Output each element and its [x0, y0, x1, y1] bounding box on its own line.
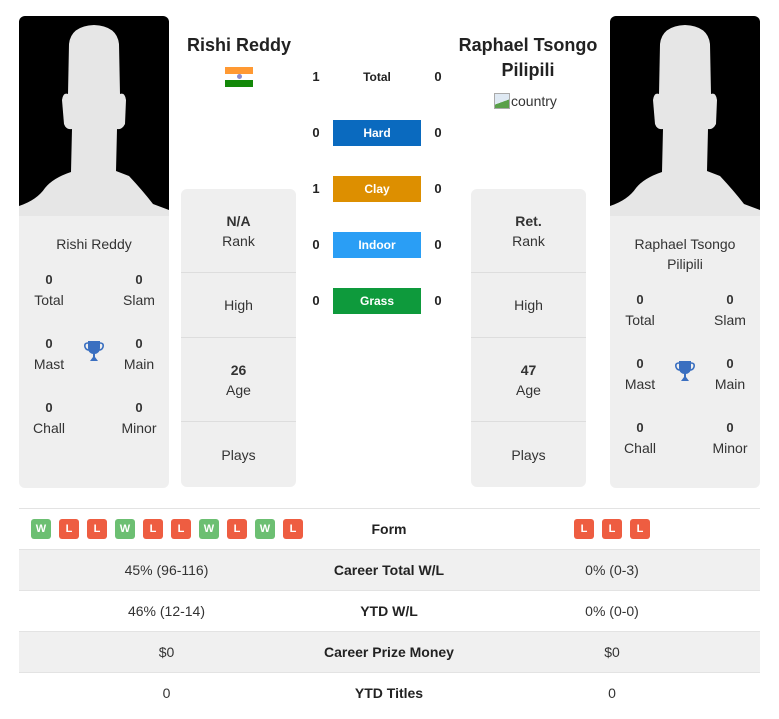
h2h-row-clay: 1 Clay 0	[300, 176, 450, 202]
left-plays: Plays	[221, 446, 256, 463]
right-titles-slam: 0 Slam	[714, 292, 746, 328]
stat-right-value: 0% (0-3)	[585, 562, 639, 578]
h2h-left-count: 0	[312, 293, 320, 308]
left-titles-chall: 0 Chall	[33, 400, 65, 436]
left-titles-slam: 0 Slam	[123, 272, 155, 308]
h2h-row-hard: 0 Hard 0	[300, 120, 450, 146]
left-rank: N/A Rank	[181, 189, 296, 273]
left-titles-total: 0 Total	[34, 272, 64, 308]
right-titles-mast: 0 Mast	[624, 356, 656, 392]
stat-left-value: 0	[162, 685, 171, 701]
right-rank: Ret. Rank	[471, 189, 586, 273]
h2h-right-count: 0	[434, 293, 442, 308]
left-form-badges: WLLWLLWLWL	[19, 519, 314, 539]
stat-label: Career Total W/L	[333, 562, 445, 578]
right-titles-main: 0 Main	[714, 356, 746, 392]
left-form-badge-loss: L	[59, 519, 79, 539]
silhouette-icon	[610, 25, 760, 216]
stat-right-value: 0	[608, 685, 616, 701]
left-form-badge-win: W	[31, 519, 51, 539]
left-form-badge-win: W	[115, 519, 135, 539]
h2h-left-count: 1	[312, 69, 320, 84]
left-form-badge-loss: L	[283, 519, 303, 539]
left-form-badge-win: W	[255, 519, 275, 539]
right-titles-total: 0 Total	[625, 292, 655, 328]
h2h-left-count: 1	[312, 181, 320, 196]
right-player-photo	[610, 16, 760, 216]
stat-left-value: 45% (96-116)	[124, 562, 209, 578]
right-titles-grid: 0 Total 0 Slam 0 Mast 0 Main 0 Chall 0 Minor	[610, 290, 760, 488]
surface-badge-hard: Hard	[333, 120, 421, 146]
stat-left-value: $0	[158, 644, 175, 660]
left-player-card: Rishi Reddy 0 Total 0 Slam 0 Mast 0 Main 0 Ch…	[19, 16, 169, 488]
h2h-row-indoor: 0 Indoor 0	[300, 232, 450, 258]
stat-row: $0 Career Prize Money $0	[19, 631, 760, 672]
right-card-player-name: Raphael Tsongo Pilipili	[634, 236, 736, 272]
right-form-badges: LLL	[464, 519, 760, 539]
surface-badge-indoor: Indoor	[333, 232, 421, 258]
h2h-row-total: 1 Total 0	[300, 64, 450, 90]
silhouette-icon	[19, 25, 169, 216]
surface-badge-clay: Clay	[333, 176, 421, 202]
right-high: High	[471, 273, 586, 338]
right-form-badge-loss: L	[574, 519, 594, 539]
right-form-badge-loss: L	[602, 519, 622, 539]
right-form-badge-loss: L	[630, 519, 650, 539]
h2h-right-count: 0	[434, 181, 442, 196]
left-titles-minor: 0 Minor	[121, 400, 157, 436]
left-form-badge-loss: L	[227, 519, 247, 539]
surface-badge-grass: Grass	[333, 288, 421, 314]
h2h-row-grass: 0 Grass 0	[300, 288, 450, 314]
stat-label: YTD Titles	[354, 685, 424, 701]
trophy-icon	[672, 358, 698, 384]
stat-right-value: 0% (0-0)	[585, 603, 639, 619]
stat-label: Career Prize Money	[324, 644, 454, 660]
right-titles-minor: 0 Minor	[712, 420, 748, 456]
stat-left-value: 46% (12-14)	[127, 603, 206, 619]
left-titles-mast: 0 Mast	[33, 336, 65, 372]
left-form-badge-loss: L	[143, 519, 163, 539]
left-age: 26 Age	[181, 338, 296, 422]
surface-badge-total: Total	[363, 70, 391, 84]
left-high: High	[181, 273, 296, 338]
trophy-icon	[81, 338, 107, 364]
right-player-card: Raphael Tsongo Pilipili 0 Total 0 Slam 0 Ma…	[610, 16, 760, 488]
left-player-photo	[19, 16, 169, 216]
broken-image-icon	[494, 93, 510, 109]
left-form-badge-loss: L	[171, 519, 191, 539]
country-flag-broken-image: country	[494, 93, 557, 109]
h2h-left-count: 0	[312, 125, 320, 140]
h2h-right-count: 0	[434, 69, 442, 84]
stat-row: 46% (12-14) YTD W/L 0% (0-0)	[19, 590, 760, 631]
left-rank-box: N/A Rank High 26 Age Plays	[181, 189, 296, 487]
right-age: 47 Age	[471, 338, 586, 422]
stats-table: WLLWLLWLWL Form LLL 45% (96-116) Career T…	[19, 508, 760, 713]
stat-row: 45% (96-116) Career Total W/L 0% (0-3)	[19, 549, 760, 590]
left-titles-main: 0 Main	[123, 336, 155, 372]
right-titles-chall: 0 Chall	[624, 420, 656, 456]
h2h-right-count: 0	[434, 237, 442, 252]
left-form-badge-loss: L	[87, 519, 107, 539]
h2h-left-count: 0	[312, 237, 320, 252]
stat-right-value: $0	[604, 644, 620, 660]
right-player-name[interactable]: Raphael Tsongo Pilipili	[452, 33, 604, 83]
h2h-right-count: 0	[434, 125, 442, 140]
left-player-name[interactable]: Rishi Reddy	[170, 33, 308, 58]
stat-label: YTD W/L	[360, 603, 418, 619]
form-label: Form	[371, 521, 407, 537]
right-rank-box: Ret. Rank High 47 Age Plays	[471, 189, 586, 487]
right-plays: Plays	[511, 446, 546, 463]
form-row: WLLWLLWLWL Form LLL	[19, 508, 760, 549]
left-titles-grid: 0 Total 0 Slam 0 Mast 0 Main 0 Chall 0 Minor	[19, 270, 169, 470]
stat-row: 0 YTD Titles 0	[19, 672, 760, 713]
left-form-badge-win: W	[199, 519, 219, 539]
left-card-player-name: Rishi Reddy	[56, 236, 132, 252]
india-flag-icon	[225, 67, 253, 87]
